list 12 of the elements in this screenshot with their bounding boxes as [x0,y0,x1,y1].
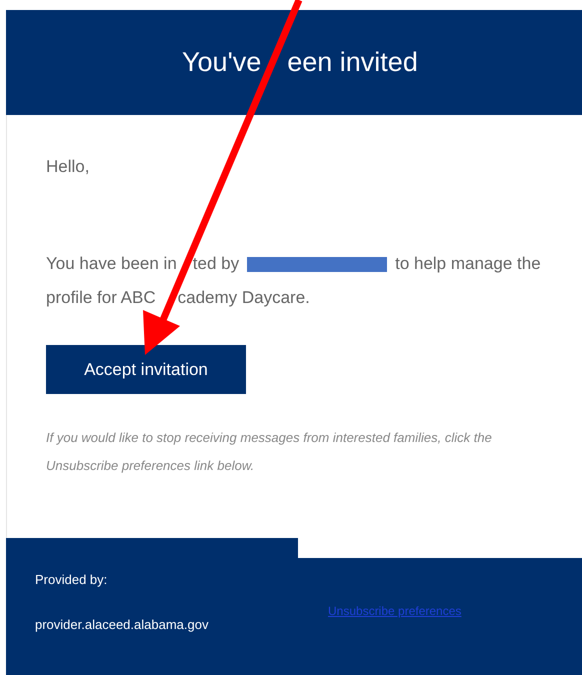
unsubscribe-note: If you would like to stop receiving messages from interested families, click the Unsubscribe preferences link below. [46,429,493,475]
message-text: cademy Daycare. [178,287,310,310]
greeting: Hello, [46,156,90,178]
message-text: ted by [192,253,240,276]
email-title: een invited [287,46,418,80]
message-text: to help manage the [395,253,541,276]
provider-site: provider.alaceed.alabama.gov [35,616,210,634]
message-text: profile for ABC [46,287,156,310]
provided-by-label: Provided by: [35,571,108,589]
email-title: You've [182,46,262,80]
accept-invitation-button[interactable]: Accept invitation [46,345,246,394]
message-text: You have been in [46,253,177,276]
